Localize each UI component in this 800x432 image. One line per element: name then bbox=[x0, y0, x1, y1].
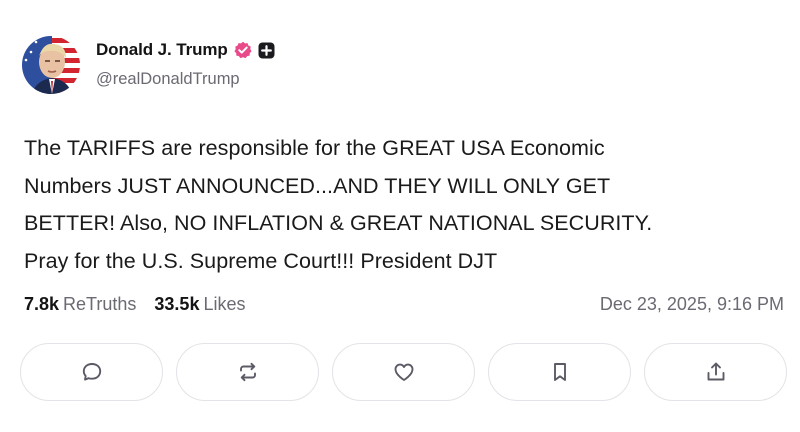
author-name-row: Donald J. Trump bbox=[96, 40, 275, 60]
heart-icon bbox=[394, 363, 413, 381]
post-stats: 7.8k ReTruths 33.5k Likes bbox=[24, 294, 263, 315]
retruths-count: 7.8k bbox=[24, 294, 60, 314]
avatar-image bbox=[22, 36, 80, 94]
likes-stat[interactable]: 33.5k Likes bbox=[154, 294, 245, 315]
author-avatar[interactable] bbox=[22, 36, 80, 94]
reply-button[interactable] bbox=[20, 343, 163, 401]
repost-arrows-icon bbox=[239, 362, 256, 382]
retruth-button[interactable] bbox=[176, 343, 319, 401]
share-button[interactable] bbox=[644, 343, 787, 401]
post-text-line: Numbers JUST ANNOUNCED...AND THEY WILL O… bbox=[24, 173, 611, 198]
post-text: The TARIFFS are responsible for the GREA… bbox=[24, 130, 784, 280]
author-display-name[interactable]: Donald J. Trump bbox=[96, 40, 228, 60]
author-handle[interactable]: @realDonaldTrump bbox=[96, 70, 240, 89]
likes-label: Likes bbox=[203, 294, 246, 314]
like-button[interactable] bbox=[332, 343, 475, 401]
comment-bubble-icon bbox=[82, 363, 101, 381]
action-bar bbox=[20, 343, 788, 401]
retruths-stat[interactable]: 7.8k ReTruths bbox=[24, 294, 136, 315]
likes-count: 33.5k bbox=[154, 294, 200, 314]
verified-badge-icon bbox=[234, 41, 252, 59]
share-upload-icon bbox=[707, 362, 724, 381]
bookmark-button[interactable] bbox=[488, 343, 631, 401]
post-text-line: BETTER! Also, NO INFLATION & GREAT NATIO… bbox=[24, 211, 653, 235]
retruths-label: ReTruths bbox=[63, 294, 137, 314]
post-timestamp[interactable]: Dec 23, 2025, 9:16 PM bbox=[600, 294, 784, 315]
post-text-line: Pray for the U.S. Supreme Court!!! Presi… bbox=[24, 248, 498, 273]
post-text-line: The TARIFFS are responsible for the GREA… bbox=[24, 136, 605, 160]
post-card: Donald J. Trump @realDonaldTrump The TAR… bbox=[0, 0, 800, 432]
plus-square-icon bbox=[258, 42, 275, 59]
bookmark-icon bbox=[553, 363, 566, 381]
